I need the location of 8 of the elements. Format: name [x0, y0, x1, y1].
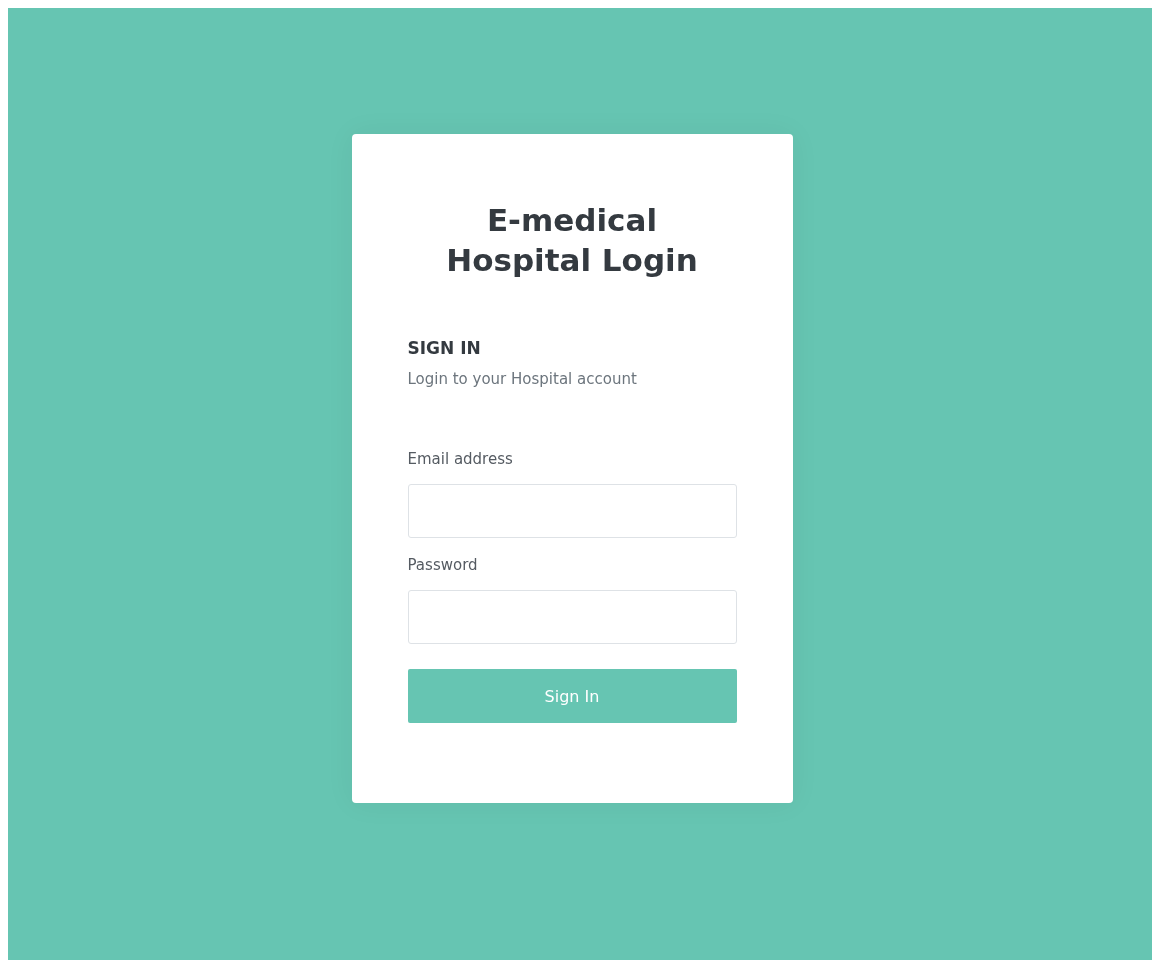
input-field[interactable] [407, 484, 737, 538]
field-label: Email address [407, 450, 514, 468]
input-field[interactable] [407, 590, 737, 644]
sign-in-heading: SIGN IN [407, 338, 482, 358]
sign-in-button[interactable]: Sign In [407, 669, 737, 723]
subtitle: Login to your Hospital account [407, 370, 638, 388]
field-label: Password [407, 556, 479, 574]
card-title: E-medical Hospital Login [445, 201, 699, 280]
